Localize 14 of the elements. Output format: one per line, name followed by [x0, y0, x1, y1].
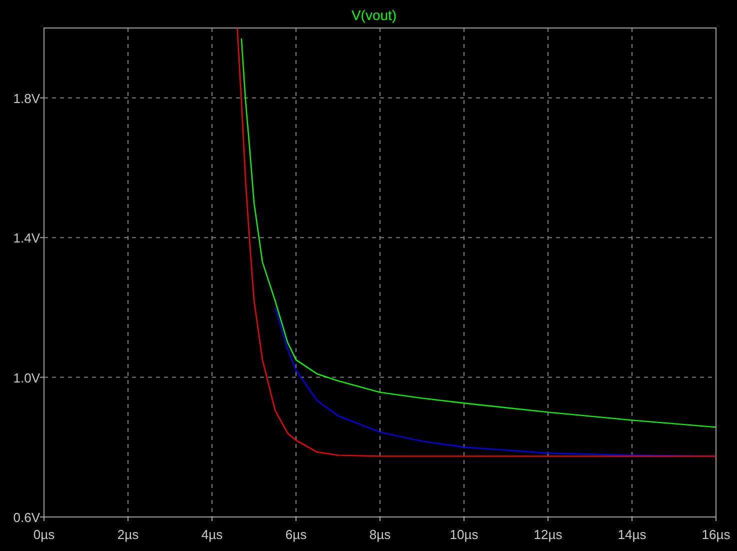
- x-tick-label: 16µs: [702, 527, 730, 542]
- y-tick-label: 1.4V: [13, 230, 40, 246]
- y-tick-label: 1.8V: [13, 90, 40, 106]
- x-tick-label: 4µs: [201, 527, 223, 542]
- x-tick-label: 0µs: [33, 527, 55, 542]
- y-tick-label: 1.0V: [13, 370, 40, 386]
- x-tick-label: 8µs: [369, 527, 391, 542]
- x-tick-label: 12µs: [534, 527, 562, 542]
- y-tick-label: 0.6V: [13, 510, 40, 525]
- trace-title[interactable]: V(vout): [351, 7, 397, 23]
- x-tick-label: 2µs: [117, 527, 139, 542]
- x-tick-label: 10µs: [450, 527, 478, 542]
- x-tick-label: 14µs: [618, 527, 646, 542]
- x-tick-label: 6µs: [285, 527, 307, 542]
